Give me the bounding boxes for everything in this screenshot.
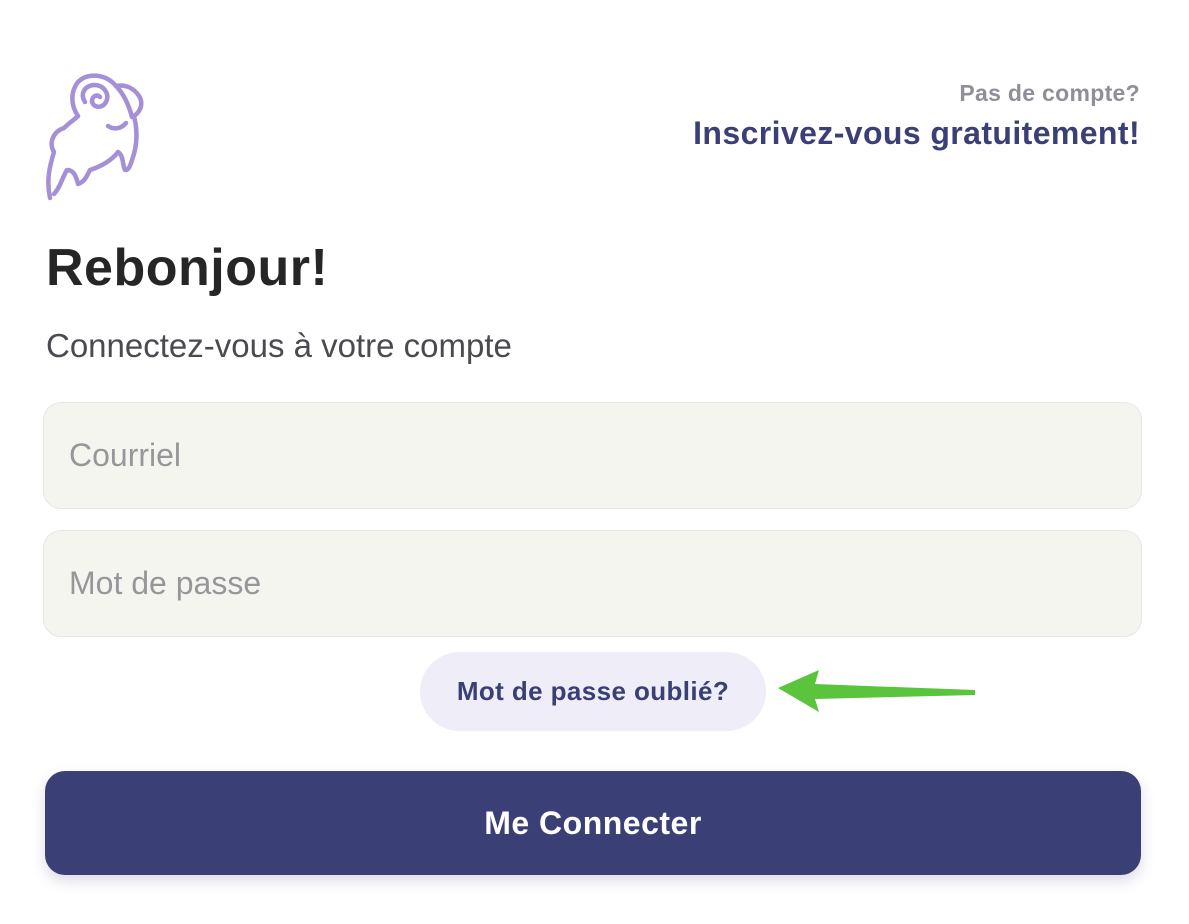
arrow-left-icon <box>778 670 975 712</box>
signup-prompt: Pas de compte? <box>959 80 1140 106</box>
login-button[interactable]: Me Connecter <box>45 771 1141 875</box>
password-field[interactable] <box>43 530 1142 637</box>
page-subtitle: Connectez-vous à votre compte <box>46 327 512 364</box>
signup-link[interactable]: Inscrivez-vous gratuitement! <box>693 115 1140 152</box>
page-title: Rebonjour! <box>46 239 329 297</box>
ram-logo-icon <box>46 73 144 201</box>
forgot-password-button[interactable]: Mot de passe oublié? <box>420 652 766 731</box>
email-field[interactable] <box>43 402 1142 509</box>
